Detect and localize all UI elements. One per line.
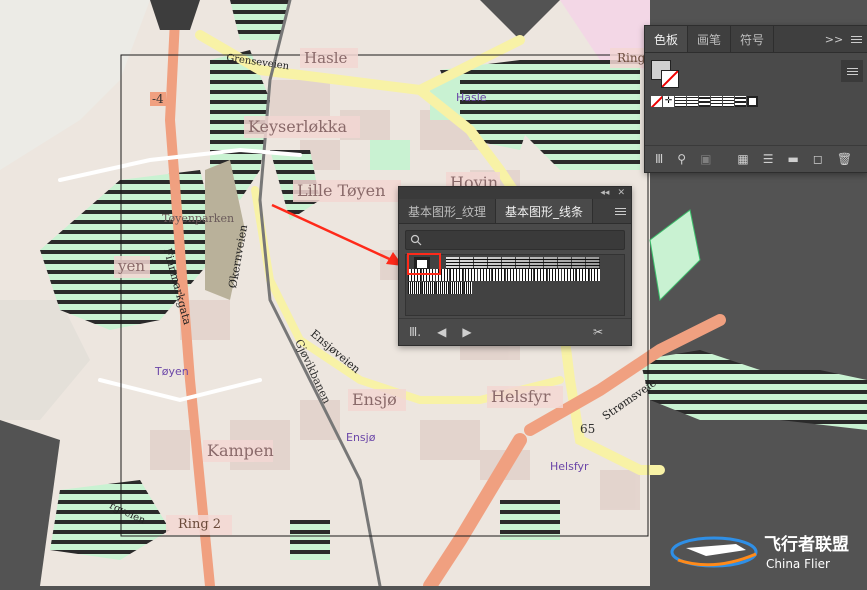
library-menu-icon[interactable]: Ⅲ. bbox=[409, 326, 421, 338]
fill-stroke-proxy[interactable] bbox=[651, 60, 681, 90]
new-swatch-icon[interactable]: ◻ bbox=[813, 153, 823, 165]
list-view-icon bbox=[846, 70, 858, 72]
pattern-library-panel: ◂◂ ✕ 基本图形_纹理 基本图形_线条 Ⅲ. ◀ ▶ ✂ bbox=[398, 186, 632, 346]
delete-swatch-icon[interactable]: 🗑 bbox=[837, 153, 852, 165]
panel-menu-button[interactable] bbox=[609, 199, 631, 223]
close-icon[interactable]: ✕ bbox=[617, 188, 625, 198]
swatch-pattern-5[interactable] bbox=[723, 96, 734, 107]
watermark-logo-icon bbox=[670, 536, 758, 568]
tab-swatches[interactable]: 色板 bbox=[645, 26, 689, 52]
pattern-swatches-row1[interactable] bbox=[446, 257, 600, 269]
watermark: 飞行者联盟 China Flier bbox=[670, 534, 849, 571]
panel-menu-button[interactable] bbox=[845, 26, 867, 52]
swatch-list-icon[interactable]: ☰ bbox=[763, 153, 774, 165]
tab-symbols[interactable]: 符号 bbox=[731, 26, 775, 52]
pattern-swatches-row3[interactable] bbox=[408, 282, 472, 294]
swatch-pattern-6[interactable] bbox=[735, 96, 746, 107]
new-group-folder-icon[interactable]: ▬ bbox=[788, 153, 799, 165]
selection-highlight bbox=[407, 253, 441, 275]
swatches-footer: Ⅲ ⚲ ▣ ▦ ☰ ▬ ◻ 🗑 bbox=[645, 145, 867, 172]
pattern-panel-footer: Ⅲ. ◀ ▶ ✂ bbox=[399, 318, 631, 345]
hamburger-icon bbox=[850, 38, 862, 40]
swatch-pattern-2[interactable] bbox=[687, 96, 698, 107]
swatch-libraries-icon[interactable]: Ⅲ bbox=[655, 153, 663, 165]
swatch-pattern-1[interactable] bbox=[675, 96, 686, 107]
list-view-button[interactable] bbox=[841, 60, 863, 82]
watermark-cn: 飞行者联盟 bbox=[764, 534, 849, 555]
collapse-icon[interactable]: ◂◂ bbox=[600, 188, 609, 198]
next-library-icon[interactable]: ▶ bbox=[462, 326, 471, 338]
previous-library-icon[interactable]: ◀ bbox=[437, 326, 446, 338]
search-input[interactable] bbox=[405, 230, 625, 250]
watermark-en: China Flier bbox=[766, 557, 830, 571]
search-field[interactable] bbox=[426, 233, 620, 247]
swatches-panel: 色板 画笔 符号 >> ✛ Ⅲ ⚲ ▣ ▦ ☰ ▬ ◻ 🗑 bbox=[644, 25, 867, 173]
swatch-row: ✛ bbox=[651, 96, 758, 108]
library-tools-icon[interactable]: ✂ bbox=[593, 326, 603, 338]
color-group-icon[interactable]: ▦ bbox=[737, 153, 748, 165]
panel-titlebar[interactable]: ◂◂ ✕ bbox=[399, 187, 631, 199]
hamburger-icon bbox=[614, 210, 626, 212]
swatch-pattern-4[interactable] bbox=[711, 96, 722, 107]
stroke-none-swatch[interactable] bbox=[661, 70, 679, 88]
illustrator-workspace: Hasle Keyserløkka Lille Tøyen Hovin Ensj… bbox=[0, 0, 867, 590]
tab-brushes[interactable]: 画笔 bbox=[688, 26, 732, 52]
swatch-registration[interactable]: ✛ bbox=[663, 96, 674, 107]
collapse-panel-button[interactable]: >> bbox=[823, 26, 845, 52]
tab-lines-library[interactable]: 基本图形_线条 bbox=[496, 199, 594, 223]
swatch-pattern-3[interactable] bbox=[699, 96, 710, 107]
swatch-options-icon[interactable]: ▣ bbox=[700, 153, 711, 165]
show-kinds-icon[interactable]: ⚲ bbox=[677, 153, 686, 165]
tab-texture-library[interactable]: 基本图形_纹理 bbox=[399, 199, 497, 223]
swatch-none[interactable] bbox=[651, 96, 662, 107]
swatch-pattern-7[interactable] bbox=[747, 96, 758, 107]
search-icon bbox=[410, 234, 422, 246]
